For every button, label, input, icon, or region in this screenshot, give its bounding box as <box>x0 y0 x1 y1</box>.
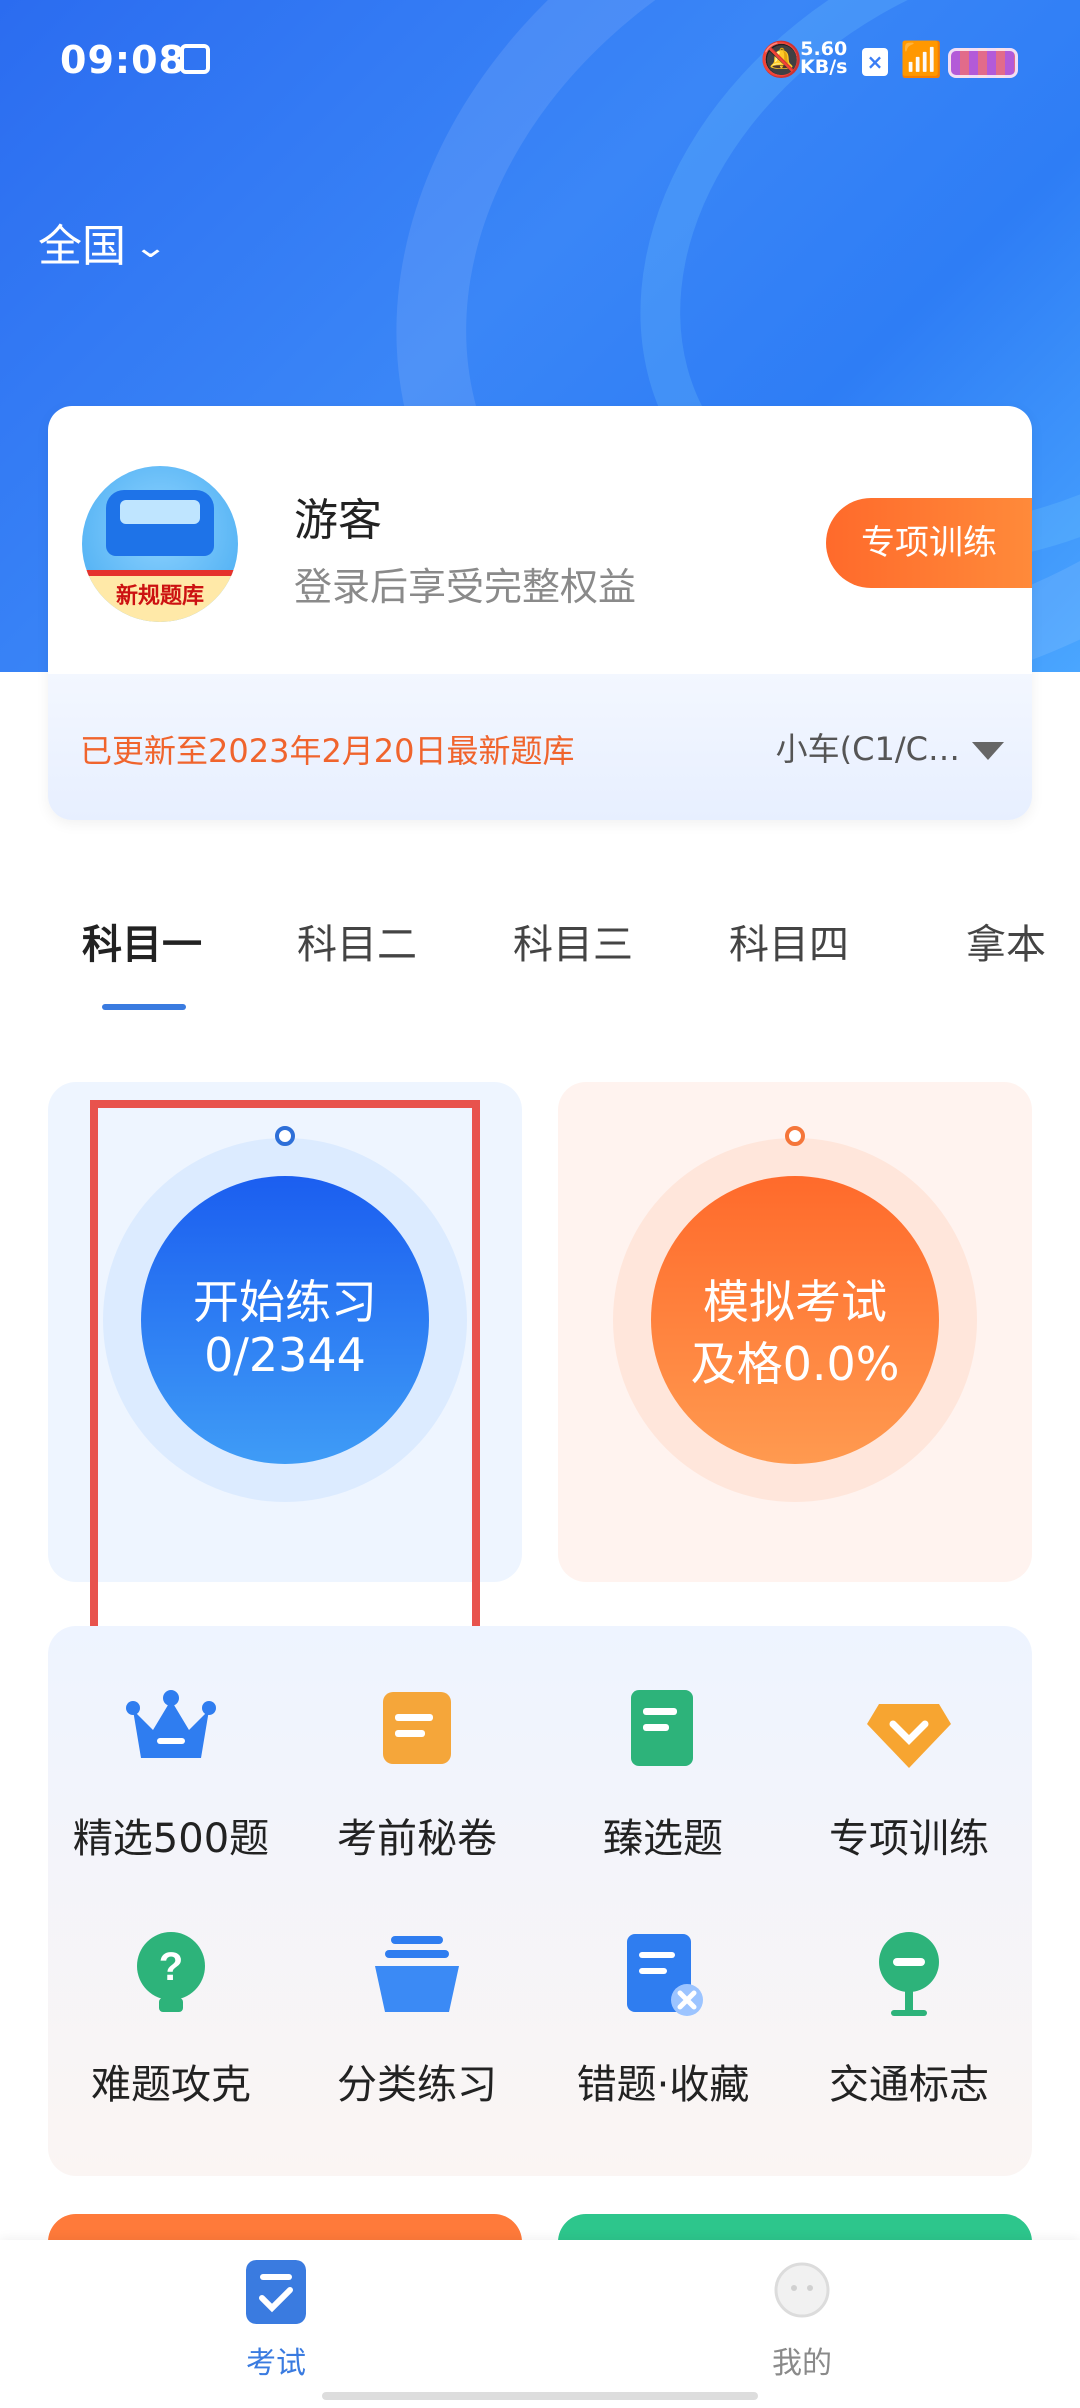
status-bar: 09:08 🔕 5.60 KB/s × 📶 <box>0 0 1080 130</box>
grid-item-hard-questions[interactable]: ? 难题攻克 <box>48 1912 294 2162</box>
grid-item-label: 精选500题 <box>72 1816 270 1862</box>
grid-item-mistakes-favorites[interactable]: 错题·收藏 <box>540 1912 786 2162</box>
tab-subject-3[interactable]: 科目三 <box>513 912 633 970</box>
mock-exam-button[interactable]: 模拟考试 及格0.0% <box>651 1176 939 1464</box>
no-sim-icon: × <box>862 48 888 76</box>
chevron-down-icon: ⌄ <box>132 230 169 265</box>
diamond-check-icon <box>867 1704 951 1768</box>
triangle-down-icon <box>972 742 1004 760</box>
update-notice: 已更新至2023年2月20日最新题库 <box>80 732 575 770</box>
grid-item-traffic-signs[interactable]: 交通标志 <box>786 1912 1032 2162</box>
grid-item-label: 难题攻克 <box>91 2062 251 2108</box>
book-icon <box>631 1690 693 1766</box>
home-indicator[interactable] <box>322 2392 758 2400</box>
exam-checklist-icon <box>246 2260 306 2324</box>
wifi-icon: 📶 <box>900 40 943 80</box>
status-time: 09:08 <box>60 38 186 82</box>
user-name[interactable]: 游客 <box>294 484 382 548</box>
profile-icon <box>774 2262 830 2318</box>
avatar-badge: 新规题库 <box>115 584 204 609</box>
nav-mine[interactable]: 我的 <box>702 2260 902 2382</box>
grid-item-label: 专项训练 <box>829 1816 989 1862</box>
nav-label: 考试 <box>246 2346 306 2381</box>
exam-panel: 模拟考试 及格0.0% <box>558 1082 1032 1582</box>
region-selector[interactable]: 全国 ⌄ <box>38 210 168 274</box>
region-label: 全国 <box>38 221 126 272</box>
grid-item-label: 错题·收藏 <box>576 2062 750 2108</box>
stack-icon <box>375 1936 459 2012</box>
active-tab-indicator <box>102 1004 186 1010</box>
grid-item-category-practice[interactable]: 分类练习 <box>294 1912 540 2162</box>
svg-text:?: ? <box>159 1945 183 1989</box>
sim-icon <box>180 44 210 74</box>
nav-exam[interactable]: 考试 <box>176 2260 376 2382</box>
feature-grid: 精选500题 考前秘卷 臻选题 专项训练 ? 难题攻克 分类练习 错题·收藏 交… <box>48 1626 1032 2176</box>
grid-item-selected-500[interactable]: 精选500题 <box>48 1666 294 1916</box>
highlight-box <box>90 1100 480 1652</box>
exam-pass-rate: 及格0.0% <box>690 1337 900 1391</box>
grid-item-label: 考前秘卷 <box>337 1816 497 1862</box>
subject-tabs: 科目一 科目二 科目三 科目四 拿本 <box>0 900 1080 1010</box>
mute-bell-icon: 🔕 <box>760 40 803 80</box>
grid-item-special[interactable]: 专项训练 <box>786 1666 1032 1916</box>
scroll-icon <box>383 1692 451 1764</box>
grid-item-label: 交通标志 <box>829 2062 989 2108</box>
bottom-navigation: 考试 我的 <box>0 2240 1080 2408</box>
user-subtitle[interactable]: 登录后享受完整权益 <box>294 556 636 611</box>
grid-item-label: 臻选题 <box>603 1816 723 1862</box>
grid-item-curated[interactable]: 臻选题 <box>540 1666 786 1916</box>
battery-icon <box>948 48 1018 78</box>
exam-ring: 模拟考试 及格0.0% <box>613 1126 977 1502</box>
crown-icon <box>126 1690 216 1758</box>
grid-item-pre-exam[interactable]: 考前秘卷 <box>294 1666 540 1916</box>
grid-item-label: 分类练习 <box>337 2062 497 2108</box>
user-card: 新规题库 游客 登录后享受完整权益 专项训练 已更新至2023年2月20日最新题… <box>48 406 1032 820</box>
tab-get-license[interactable]: 拿本 <box>966 912 1046 970</box>
special-training-button[interactable]: 专项训练 <box>826 498 1032 588</box>
ring-dot <box>785 1126 805 1146</box>
exam-title: 模拟考试 <box>703 1275 887 1329</box>
tab-subject-2[interactable]: 科目二 <box>297 912 417 970</box>
tab-subject-1[interactable]: 科目一 <box>82 912 202 970</box>
avatar[interactable]: 新规题库 <box>82 466 238 622</box>
sign-icon <box>879 1932 939 2016</box>
nav-label: 我的 <box>772 2346 832 2381</box>
question-bulb-icon: ? <box>137 1932 205 2012</box>
doc-x-icon <box>627 1934 703 2016</box>
network-speed: 5.60 KB/s <box>800 38 848 78</box>
tab-subject-4[interactable]: 科目四 <box>729 912 849 970</box>
car-type-selector[interactable]: 小车(C1/C… <box>776 724 1004 770</box>
car-type-label: 小车(C1/C… <box>775 730 960 768</box>
